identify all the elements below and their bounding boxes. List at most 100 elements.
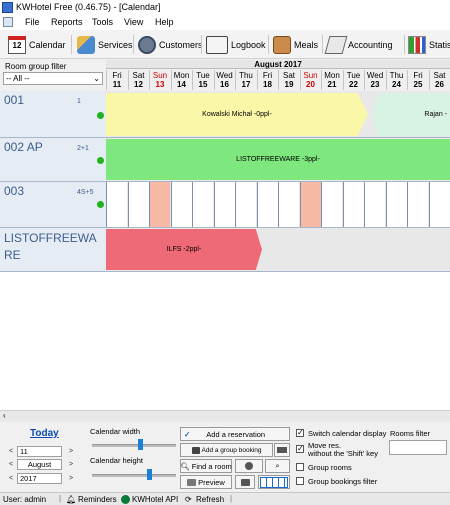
- group-rooms-checkbox[interactable]: [296, 463, 304, 471]
- day-field[interactable]: 11: [17, 446, 62, 457]
- day-of-week: Wed: [216, 71, 233, 80]
- calendar-height-slider[interactable]: [146, 469, 152, 480]
- day-header[interactable]: Sun 20: [299, 70, 321, 90]
- day-header[interactable]: Sat 19: [278, 70, 299, 90]
- calendar-cell[interactable]: [428, 182, 450, 227]
- layout-grid-button[interactable]: [258, 475, 290, 489]
- day-of-week: Thu: [389, 71, 404, 80]
- calendar-cell[interactable]: [127, 182, 149, 227]
- customers-button[interactable]: Customers: [138, 33, 203, 56]
- day-header[interactable]: Fri 11: [106, 70, 127, 90]
- day-header[interactable]: Thu 24: [385, 70, 407, 90]
- add-group-booking-button[interactable]: Add a group booking: [180, 443, 273, 457]
- accounting-button[interactable]: Accounting: [324, 33, 393, 56]
- calendar-cell[interactable]: [407, 182, 428, 227]
- year-next-icon[interactable]: >: [66, 473, 76, 484]
- day-header[interactable]: Mon 21: [321, 70, 342, 90]
- menu-file[interactable]: File: [25, 17, 40, 27]
- day-header[interactable]: Sun 13: [149, 70, 170, 90]
- group-bookings-filter-checkbox[interactable]: [296, 477, 304, 485]
- room-row-cells[interactable]: Kowalski Michał -0ppl- Rajan -: [106, 91, 450, 138]
- menu-help[interactable]: Help: [155, 17, 174, 27]
- room-row-cells[interactable]: [106, 182, 450, 228]
- day-next-icon[interactable]: >: [66, 446, 76, 457]
- calendar-cell[interactable]: [192, 182, 213, 227]
- calendar-cell[interactable]: [364, 182, 385, 227]
- reminders-link[interactable]: Reminders: [78, 495, 117, 504]
- calendar-cell[interactable]: [299, 182, 321, 227]
- scroll-left-icon[interactable]: ‹: [3, 411, 6, 420]
- move-res-checkbox[interactable]: ✓: [296, 445, 304, 453]
- calendar-cell[interactable]: [149, 182, 170, 227]
- room-status-dot: [97, 112, 104, 119]
- calendar-width-track[interactable]: [92, 444, 176, 447]
- calendar-height-track[interactable]: [92, 474, 176, 477]
- preview-button[interactable]: Preview: [180, 475, 232, 489]
- room-group-filter-select[interactable]: -- All -- ⌄: [3, 72, 103, 85]
- reservation-block[interactable]: LISTOFFREEWARE -3ppl-: [106, 139, 450, 180]
- month-next-icon[interactable]: >: [66, 459, 76, 470]
- reservation-block[interactable]: ILFS -2ppl-: [106, 229, 262, 270]
- day-of-week: Sun: [303, 71, 318, 80]
- day-header[interactable]: Thu 17: [235, 70, 256, 90]
- day-header[interactable]: Tue 15: [192, 70, 213, 90]
- calendar-cell[interactable]: [213, 182, 235, 227]
- calendar-cell[interactable]: [235, 182, 256, 227]
- group-booking-options-button[interactable]: [274, 443, 290, 457]
- rooms-filter-input[interactable]: [389, 440, 447, 455]
- system-menu-icon[interactable]: [3, 17, 13, 27]
- calendar-cell[interactable]: [170, 182, 192, 227]
- calendar-cell[interactable]: [385, 182, 407, 227]
- menu-reports[interactable]: Reports: [51, 17, 83, 27]
- day-header[interactable]: Mon 14: [170, 70, 192, 90]
- calendar-cell[interactable]: [256, 182, 278, 227]
- reservation-block[interactable]: Kowalski Michał -0ppl-: [106, 93, 368, 136]
- add-reservation-button[interactable]: ✓ Add a reservation: [180, 427, 290, 441]
- switch-display-checkbox[interactable]: ✓: [296, 429, 304, 437]
- room-row-cells[interactable]: ILFS -2ppl-: [106, 228, 450, 272]
- menu-view[interactable]: View: [124, 17, 143, 27]
- accounting-label: Accounting: [348, 39, 393, 50]
- month-field[interactable]: August: [17, 459, 62, 470]
- calendar-width-slider[interactable]: [138, 439, 144, 450]
- day-header[interactable]: Wed 23: [364, 70, 385, 90]
- year-field[interactable]: 2017: [17, 473, 62, 484]
- day-header[interactable]: Sat 12: [127, 70, 149, 90]
- guest-search-button[interactable]: [235, 459, 263, 473]
- today-link[interactable]: Today: [30, 428, 59, 439]
- find-room-button[interactable]: 🔍︎ Find a room: [180, 459, 232, 473]
- day-of-week: Tue: [196, 71, 210, 80]
- room-row-label[interactable]: LISTOFFREEWARE: [0, 228, 106, 272]
- api-link[interactable]: KWHotel API: [132, 495, 178, 504]
- day-header[interactable]: Tue 22: [342, 70, 364, 90]
- logbook-button[interactable]: Logbook: [206, 33, 266, 56]
- room-row-label[interactable]: 002 AP 2+1: [0, 138, 106, 182]
- calendar-cell[interactable]: [342, 182, 364, 227]
- day-prev-icon[interactable]: <: [6, 446, 16, 457]
- reservation-label: Kowalski Michał -0ppl-: [202, 111, 272, 118]
- month-prev-icon[interactable]: <: [6, 459, 16, 470]
- horizontal-scrollbar[interactable]: ‹: [0, 410, 450, 422]
- day-header[interactable]: Wed 16: [213, 70, 235, 90]
- room-row-label[interactable]: 001 1: [0, 91, 106, 138]
- statistics-button[interactable]: Statis: [408, 33, 450, 56]
- services-button[interactable]: Services: [77, 33, 133, 56]
- print-button[interactable]: [235, 475, 255, 489]
- reservation-block[interactable]: Rajan -: [372, 93, 450, 136]
- calendar-cell[interactable]: [278, 182, 299, 227]
- calendar-button[interactable]: 12 Calendar: [8, 33, 66, 56]
- room-row-label[interactable]: 003 4S+5: [0, 182, 106, 228]
- refresh-link[interactable]: Refresh: [196, 495, 224, 504]
- meals-button[interactable]: Meals: [273, 33, 318, 56]
- calendar-cell[interactable]: [106, 182, 127, 227]
- calendar-cell[interactable]: [321, 182, 342, 227]
- day-header[interactable]: Fri 25: [407, 70, 428, 90]
- menu-bar: File Reports Tools View Help: [0, 15, 450, 30]
- zoom-button[interactable]: ⌕: [265, 459, 290, 473]
- zoom-icon: ⌕: [275, 461, 280, 470]
- day-header[interactable]: Sat 26: [428, 70, 450, 90]
- menu-tools[interactable]: Tools: [92, 17, 113, 27]
- day-header[interactable]: Fri 18: [256, 70, 278, 90]
- year-prev-icon[interactable]: <: [6, 473, 16, 484]
- room-row-cells[interactable]: LISTOFFREEWARE -3ppl-: [106, 138, 450, 182]
